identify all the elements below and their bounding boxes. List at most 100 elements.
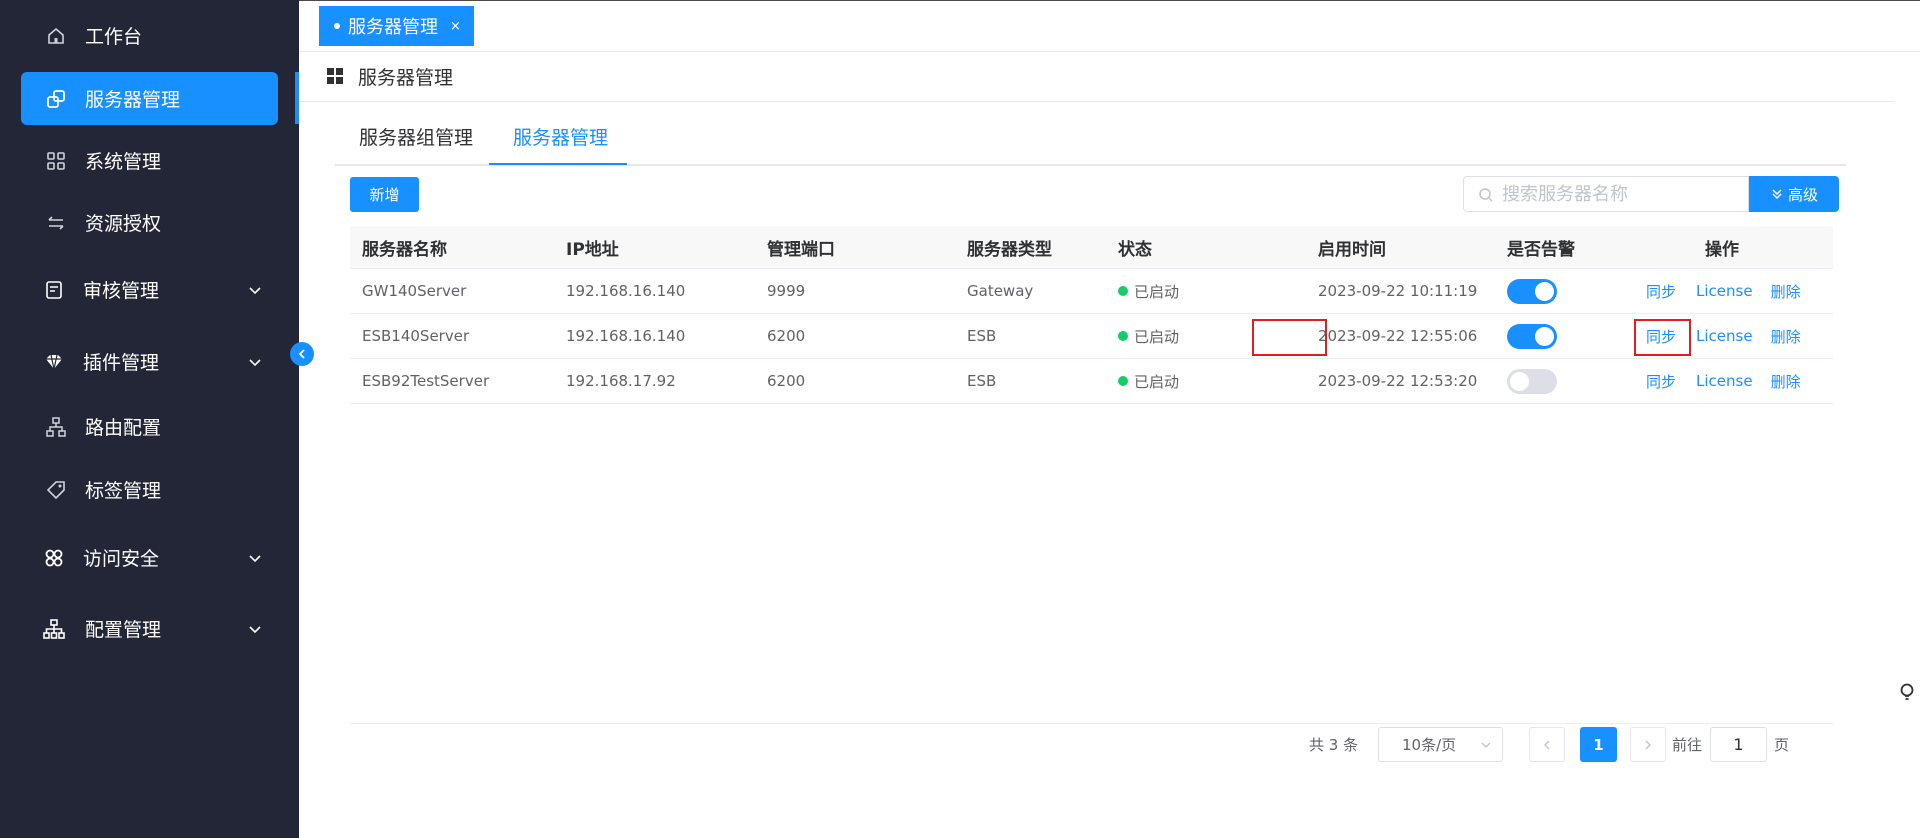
status-text: 已启动 xyxy=(1134,372,1180,391)
search-box xyxy=(1463,176,1749,212)
server-status: 已启动 xyxy=(1118,269,1179,313)
grid-icon xyxy=(327,68,343,84)
column-header-name[interactable]: 服务器名称 xyxy=(362,226,447,268)
page-number-current[interactable]: 1 xyxy=(1580,727,1617,762)
column-header-port[interactable]: 管理端口 xyxy=(767,226,835,268)
sync-button[interactable]: 同步 xyxy=(1646,281,1676,302)
sidebar-item-audit[interactable]: 审核管理 xyxy=(21,263,278,316)
goto-suffix: 页 xyxy=(1774,736,1790,754)
delete-button[interactable]: 删除 xyxy=(1771,371,1801,392)
sidebar-item-access-security[interactable]: 访问安全 xyxy=(21,531,278,584)
server-type: ESB xyxy=(967,372,997,390)
alarm-cell xyxy=(1507,359,1557,403)
sidebar-item-label: 配置管理 xyxy=(85,619,162,641)
table-row: ESB140Server 192.168.16.140 6200 ESB 已启动… xyxy=(350,314,1833,359)
prev-page-button[interactable] xyxy=(1529,727,1565,762)
chevron-down-icon xyxy=(249,554,261,562)
search-icon xyxy=(1479,188,1493,202)
sidebar-item-plugin[interactable]: 插件管理 xyxy=(21,335,278,388)
table-header: 服务器名称 IP地址 管理端口 服务器类型 状态 启用时间 是否告警 操作 xyxy=(350,226,1833,269)
column-header-alarm[interactable]: 是否告警 xyxy=(1507,226,1575,268)
server-start-time: 2023-09-22 12:53:20 xyxy=(1318,372,1478,390)
page-size-select[interactable]: 10条/页 xyxy=(1378,727,1503,762)
alarm-toggle[interactable] xyxy=(1507,278,1557,304)
table-row: ESB92TestServer 192.168.17.92 6200 ESB 已… xyxy=(350,359,1833,404)
toggle-knob xyxy=(1510,371,1529,391)
server-ip: 192.168.17.92 xyxy=(566,372,676,390)
search-input[interactable] xyxy=(1502,181,1742,207)
page-title: 服务器管理 xyxy=(358,67,454,89)
tab-server-management[interactable]: 服务器管理 xyxy=(513,116,608,166)
column-header-start-time[interactable]: 启用时间 xyxy=(1318,226,1386,268)
server-type: ESB xyxy=(967,327,997,345)
alarm-toggle[interactable] xyxy=(1507,368,1557,394)
sidebar-item-label: 审核管理 xyxy=(83,280,160,302)
chevron-down-icon xyxy=(249,625,261,633)
license-button[interactable]: License xyxy=(1696,372,1753,390)
advanced-search-button[interactable]: 高级 xyxy=(1749,176,1839,212)
alarm-cell xyxy=(1507,269,1557,313)
pagination-total: 共 3 条 xyxy=(1309,736,1359,754)
sidebar-item-workbench[interactable]: 工作台 xyxy=(21,9,278,62)
server-name: GW140Server xyxy=(362,282,467,300)
add-button[interactable]: 新增 xyxy=(350,177,419,212)
sidebar-item-route[interactable]: 路由配置 xyxy=(21,400,278,453)
close-icon[interactable]: × xyxy=(450,19,461,34)
row-actions: 同步 License 删除 xyxy=(1646,314,1801,358)
row-actions: 同步 License 删除 xyxy=(1646,269,1801,313)
status-dot-icon xyxy=(1118,286,1128,296)
sidebar-item-config[interactable]: 配置管理 xyxy=(21,602,278,655)
column-header-type[interactable]: 服务器类型 xyxy=(967,226,1052,268)
status-dot-icon xyxy=(1118,331,1128,341)
toggle-knob xyxy=(1535,326,1554,346)
pagination-divider xyxy=(350,723,1833,724)
sidebar-item-system-management[interactable]: 系统管理 xyxy=(21,134,278,187)
license-button[interactable]: License xyxy=(1696,282,1753,300)
breadcrumb: 服务器管理 xyxy=(299,52,1895,102)
sidebar-item-label: 系统管理 xyxy=(85,151,162,173)
sidebar-item-label: 工作台 xyxy=(85,26,143,48)
sidebar-item-resource-auth[interactable]: 资源授权 xyxy=(21,196,278,249)
column-header-ip[interactable]: IP地址 xyxy=(566,226,619,268)
toggle-knob xyxy=(1535,281,1554,301)
chevron-down-icon xyxy=(1481,742,1491,748)
config-tree-icon xyxy=(43,618,65,640)
server-start-time: 2023-09-22 10:11:19 xyxy=(1318,282,1478,300)
sidebar-item-tag[interactable]: 标签管理 xyxy=(21,463,278,516)
tab-server-group-management[interactable]: 服务器组管理 xyxy=(359,116,473,166)
main-content: 服务器管理 × 服务器管理 服务器组管理 服务器管理 新增 高级 xyxy=(299,0,1920,838)
lightbulb-icon[interactable] xyxy=(1899,683,1915,703)
status-text: 已启动 xyxy=(1134,327,1180,346)
server-port: 6200 xyxy=(767,327,806,345)
sidebar-item-server-management[interactable]: 服务器管理 xyxy=(21,72,278,125)
goto-label: 前往 xyxy=(1672,736,1703,754)
tag-tab-server-management[interactable]: 服务器管理 × xyxy=(319,6,474,46)
table-row: GW140Server 192.168.16.140 9999 Gateway … xyxy=(350,269,1833,314)
license-button[interactable]: License xyxy=(1696,327,1753,345)
status-text: 已启动 xyxy=(1134,282,1180,301)
advanced-label: 高级 xyxy=(1787,185,1818,204)
goto-page-input[interactable] xyxy=(1710,727,1767,762)
alarm-toggle[interactable] xyxy=(1507,323,1557,349)
chevron-down-icon xyxy=(249,286,261,294)
server-ip: 192.168.16.140 xyxy=(566,282,686,300)
sync-button[interactable]: 同步 xyxy=(1646,326,1676,347)
home-icon xyxy=(45,25,67,47)
server-type: Gateway xyxy=(967,282,1034,300)
next-page-button[interactable] xyxy=(1630,727,1666,762)
column-header-status[interactable]: 状态 xyxy=(1118,226,1152,268)
server-start-time: 2023-09-22 12:55:06 xyxy=(1318,327,1478,345)
delete-button[interactable]: 删除 xyxy=(1771,326,1801,347)
server-name: ESB92TestServer xyxy=(362,372,490,390)
transfer-icon xyxy=(45,212,67,234)
server-port: 9999 xyxy=(767,282,806,300)
server-name: ESB140Server xyxy=(362,327,470,345)
sidebar: 工作台 服务器管理 系统管理 资源授权 审核管理 插件管理 路由配置 标签管理 … xyxy=(0,0,299,838)
server-table: 服务器名称 IP地址 管理端口 服务器类型 状态 启用时间 是否告警 操作 GW… xyxy=(350,226,1833,404)
sidebar-item-label: 插件管理 xyxy=(83,352,160,374)
delete-button[interactable]: 删除 xyxy=(1771,281,1801,302)
sidebar-item-label: 访问安全 xyxy=(83,548,160,570)
sync-button[interactable]: 同步 xyxy=(1646,371,1676,392)
content-tabs: 服务器组管理 服务器管理 xyxy=(335,116,1846,166)
server-status: 已启动 xyxy=(1118,314,1179,358)
